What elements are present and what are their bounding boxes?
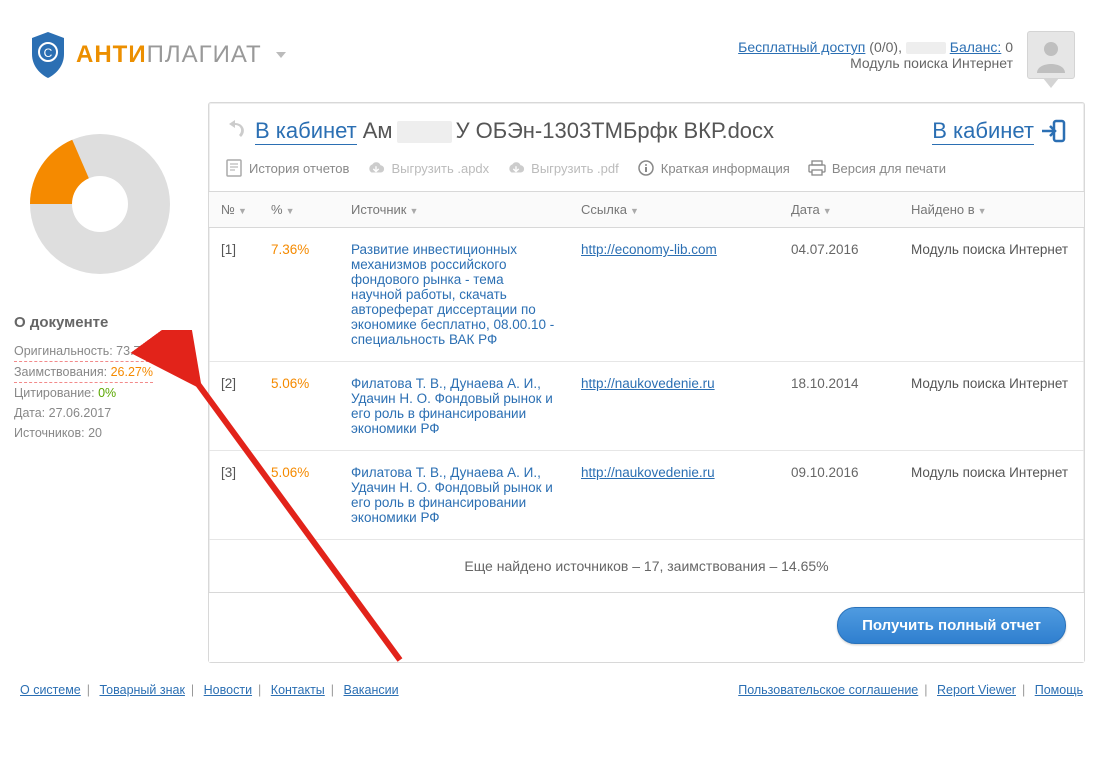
avatar[interactable] (1027, 31, 1075, 79)
content-panel: В кабинет АмУ ОБЭн-1303ТМБрфк ВКР.docx В… (208, 102, 1085, 663)
sort-icon: ▼ (286, 206, 295, 216)
footer-link[interactable]: Контакты (271, 683, 325, 697)
cell-num: [1] (209, 228, 259, 362)
print-icon (808, 159, 826, 177)
balance-link[interactable]: Баланс: (950, 39, 1002, 55)
to-cabinet-link[interactable]: В кабинет (932, 118, 1034, 145)
footer-link[interactable]: Пользовательское соглашение (738, 683, 918, 697)
about-document-title: О документе (14, 314, 190, 331)
originality-donut-chart (10, 114, 190, 294)
source-link[interactable]: http://naukovedenie.ru (581, 376, 715, 391)
footer-right-links: Пользовательское соглашение| Report View… (738, 683, 1083, 697)
cell-pct: 5.06% (259, 451, 339, 540)
borrowings-stat: Заимствования: 26.27% (14, 362, 153, 383)
svg-text:C: C (44, 46, 53, 60)
balance-value: 0 (1005, 39, 1013, 55)
source-link[interactable]: http://naukovedenie.ru (581, 465, 715, 480)
originality-stat: Оригинальность: 73.73% (14, 341, 159, 362)
info-icon (637, 159, 655, 177)
brief-info-button[interactable]: Краткая информация (637, 159, 790, 177)
sort-icon: ▼ (238, 206, 247, 216)
footer-link[interactable]: Вакансии (344, 683, 399, 697)
cell-num: [3] (209, 451, 259, 540)
sort-icon: ▼ (410, 206, 419, 216)
cell-source[interactable]: Развитие инвестиционных механизмов росси… (339, 228, 569, 362)
footer-left-links: О системе| Товарный знак| Новости| Конта… (20, 683, 399, 697)
sidebar: О документе Оригинальность: 73.73% Заимс… (0, 90, 200, 663)
cell-num: [2] (209, 362, 259, 451)
cell-date: 18.10.2014 (779, 362, 899, 451)
date-stat: Дата: 27.06.2017 (14, 403, 190, 423)
redacted-area (906, 42, 946, 54)
free-access-count: (0/0), (869, 39, 902, 55)
cell-found: Модуль поиска Интернет (899, 451, 1084, 540)
free-access-link[interactable]: Бесплатный доступ (738, 39, 865, 55)
table-row: [3]5.06%Филатова Т. В., Дунаева А. И., У… (209, 451, 1084, 540)
cell-pct: 7.36% (259, 228, 339, 362)
chevron-down-icon[interactable] (276, 52, 286, 58)
header: C АНТИПЛАГИАТ Бесплатный доступ (0/0), Б… (0, 0, 1103, 90)
document-icon (225, 159, 243, 177)
cell-pct: 5.06% (259, 362, 339, 451)
col-header-link[interactable]: Ссылка▼ (569, 192, 779, 228)
cell-link: http://economy-lib.com (569, 228, 779, 362)
cell-date: 09.10.2016 (779, 451, 899, 540)
footer-link[interactable]: Report Viewer (937, 683, 1016, 697)
breadcrumb: В кабинет АмУ ОБЭн-1303ТМБрфк ВКР.docx В… (209, 113, 1084, 157)
history-button[interactable]: История отчетов (225, 159, 349, 177)
col-header-found[interactable]: Найдено в▼ (899, 192, 1084, 228)
cell-date: 04.07.2016 (779, 228, 899, 362)
export-pdf-button: Выгрузить .pdf (507, 159, 619, 177)
more-sources-text: Еще найдено источников – 17, заимствован… (209, 540, 1084, 593)
table-row: [1]7.36%Развитие инвестиционных механизм… (209, 228, 1084, 362)
logo[interactable]: C АНТИПЛАГИАТ (28, 30, 286, 80)
footer-link[interactable]: Новости (204, 683, 252, 697)
cloud-download-icon (507, 159, 525, 177)
col-header-source[interactable]: Источник▼ (339, 192, 569, 228)
back-arrow-icon[interactable] (225, 119, 249, 143)
cell-found: Модуль поиска Интернет (899, 362, 1084, 451)
enter-icon[interactable] (1040, 117, 1068, 145)
citation-stat: Цитирование: 0% (14, 383, 190, 403)
sort-icon: ▼ (823, 206, 832, 216)
cloud-download-icon (367, 159, 385, 177)
shield-icon: C (28, 30, 68, 80)
source-link[interactable]: http://economy-lib.com (581, 242, 717, 257)
table-row: [2]5.06%Филатова Т. В., Дунаева А. И., У… (209, 362, 1084, 451)
user-icon (1033, 37, 1069, 73)
back-to-cabinet-link[interactable]: В кабинет (255, 118, 357, 145)
redacted-area (397, 121, 452, 143)
sources-stat: Источников: 20 (14, 423, 190, 443)
sort-icon: ▼ (978, 206, 987, 216)
sort-icon: ▼ (630, 206, 639, 216)
cell-source[interactable]: Филатова Т. В., Дунаева А. И., Удачин Н.… (339, 451, 569, 540)
col-header-pct[interactable]: %▼ (259, 192, 339, 228)
footer: О системе| Товарный знак| Новости| Конта… (0, 663, 1103, 717)
cell-found: Модуль поиска Интернет (899, 228, 1084, 362)
col-header-date[interactable]: Дата▼ (779, 192, 899, 228)
logo-text: АНТИПЛАГИАТ (76, 41, 262, 69)
footer-link[interactable]: Товарный знак (100, 683, 185, 697)
footer-link[interactable]: О системе (20, 683, 81, 697)
col-header-num[interactable]: №▼ (209, 192, 259, 228)
action-bar: Получить полный отчет (209, 592, 1084, 662)
toolbar: История отчетов Выгрузить .apdx Выгрузит… (209, 157, 1084, 192)
footer-link[interactable]: Помощь (1035, 683, 1083, 697)
document-title: АмУ ОБЭн-1303ТМБрфк ВКР.docx (363, 118, 774, 144)
header-account-info: Бесплатный доступ (0/0), Баланс: 0 Модул… (738, 39, 1013, 71)
cell-source[interactable]: Филатова Т. В., Дунаева А. И., Удачин Н.… (339, 362, 569, 451)
full-report-button[interactable]: Получить полный отчет (837, 607, 1066, 644)
export-apdx-button: Выгрузить .apdx (367, 159, 489, 177)
module-label: Модуль поиска Интернет (738, 55, 1013, 71)
sources-table: №▼ %▼ Источник▼ Ссылка▼ Дата▼ Найдено в▼… (209, 192, 1084, 592)
cell-link: http://naukovedenie.ru (569, 362, 779, 451)
cell-link: http://naukovedenie.ru (569, 451, 779, 540)
print-button[interactable]: Версия для печати (808, 159, 946, 177)
